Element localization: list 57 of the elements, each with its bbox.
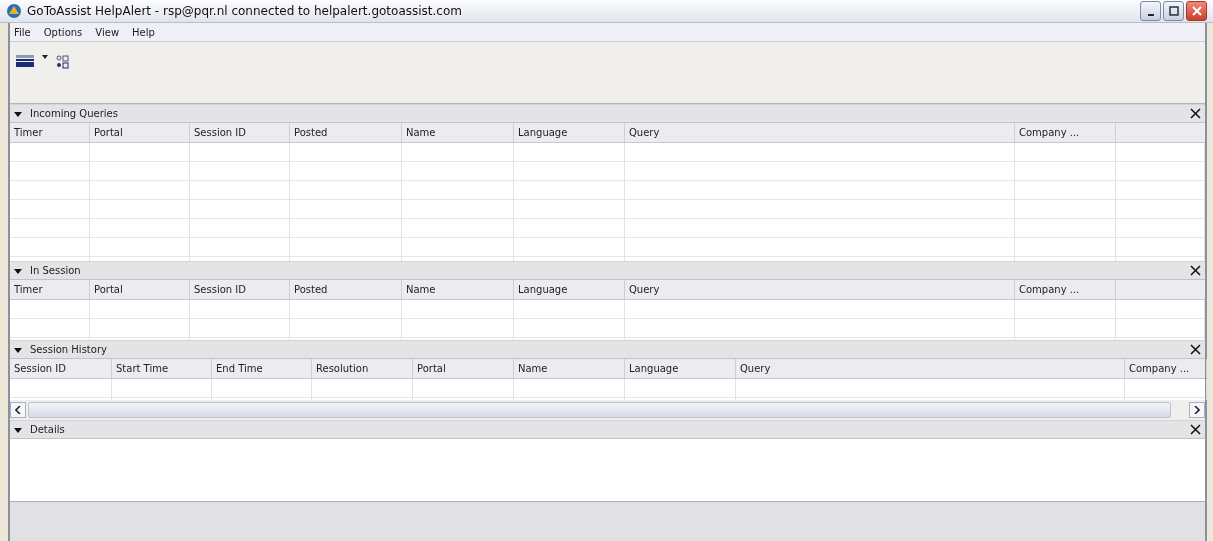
expand-icon[interactable] (14, 345, 22, 354)
column-header[interactable]: Company ... (1125, 359, 1207, 378)
layout-icon[interactable] (16, 55, 34, 67)
minimize-button[interactable] (1140, 1, 1161, 21)
column-header[interactable]: Portal (413, 359, 514, 378)
expand-icon[interactable] (14, 266, 22, 275)
menu-item[interactable]: View (95, 26, 120, 38)
column-header[interactable]: Portal (90, 123, 190, 142)
column-header[interactable]: Language (514, 123, 625, 142)
dropdown-icon[interactable] (42, 55, 48, 59)
column-header[interactable]: Session ID (10, 359, 112, 378)
maximize-button[interactable] (1163, 1, 1184, 21)
column-header[interactable]: Name (402, 123, 514, 142)
column-header[interactable]: Session ID (190, 123, 290, 142)
close-icon[interactable] (1190, 424, 1201, 435)
column-header[interactable]: Start Time (112, 359, 212, 378)
section-header[interactable]: Incoming Queries (10, 104, 1205, 123)
section-header[interactable]: Details (10, 420, 1205, 439)
close-icon[interactable] (1190, 344, 1201, 355)
section-header[interactable]: In Session (10, 261, 1205, 280)
column-header[interactable]: End Time (212, 359, 312, 378)
column-header[interactable]: Resolution (312, 359, 413, 378)
close-icon (1191, 6, 1202, 16)
expand-icon[interactable] (14, 425, 22, 434)
close-button[interactable] (1186, 1, 1207, 21)
column-header[interactable]: Timer (10, 280, 90, 299)
column-header[interactable]: Query (625, 280, 1015, 299)
column-header[interactable]: Name (402, 280, 514, 299)
section-header[interactable]: Session History (10, 340, 1205, 359)
column-header[interactable]: Language (514, 280, 625, 299)
menu-item[interactable]: Help (132, 26, 155, 38)
column-header[interactable]: Query (625, 123, 1015, 142)
window-title: GoToAssist HelpAlert - rsp@pqr.nl connected to helpalert.gotoassist.com (27, 4, 462, 18)
scroll-right-button[interactable] (1189, 402, 1205, 418)
scroll-left-button[interactable] (10, 402, 26, 418)
chevron-left-icon (15, 406, 21, 414)
column-header[interactable]: Language (625, 359, 736, 378)
column-header[interactable]: Timer (10, 123, 90, 142)
app-icon (6, 3, 22, 19)
close-icon[interactable] (1190, 265, 1201, 276)
column-header[interactable]: Company ... (1015, 280, 1116, 299)
column-header[interactable]: Name (514, 359, 625, 378)
menu-item[interactable]: Options (43, 26, 83, 38)
column-header[interactable]: Posted (290, 123, 402, 142)
chevron-right-icon (1194, 406, 1200, 414)
expand-icon[interactable] (14, 109, 22, 118)
column-header[interactable]: Posted (290, 280, 402, 299)
menu-item[interactable]: File (14, 26, 31, 38)
column-header[interactable]: Portal (90, 280, 190, 299)
column-header[interactable]: Company ... (1015, 123, 1116, 142)
minimize-icon (1147, 14, 1154, 16)
options-icon[interactable] (56, 55, 70, 69)
close-icon[interactable] (1190, 108, 1201, 119)
scrollbar-thumb[interactable] (28, 402, 1171, 418)
column-header[interactable]: Query (736, 359, 1125, 378)
column-header[interactable]: Session ID (190, 280, 290, 299)
maximize-icon (1168, 6, 1179, 16)
